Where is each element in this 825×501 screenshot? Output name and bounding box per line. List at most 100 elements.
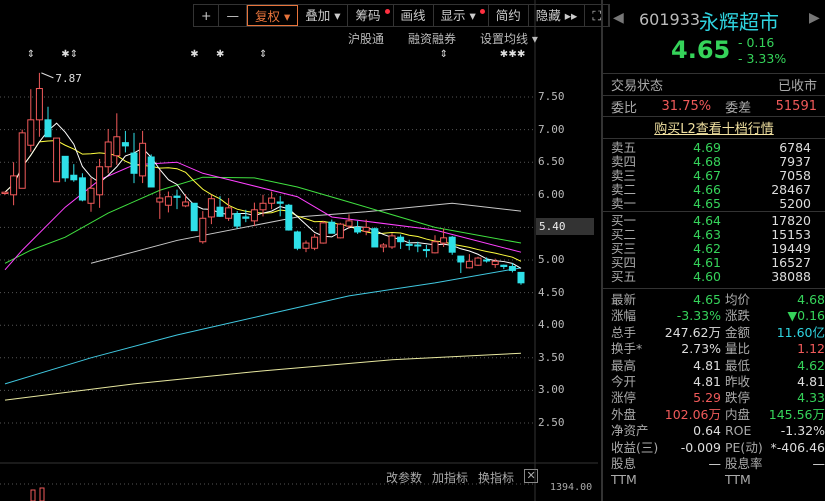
event-marker[interactable]: ⇕ [440,49,448,60]
volume-bar [30,489,36,501]
candle [130,132,138,184]
stat-value: — [812,455,825,471]
stat-value: 5.29 [693,390,721,406]
stats-row: 外盘 102.06万 内盘 145.56万 [603,407,825,423]
stats-row: 涨停 5.29 跌停 4.33 [603,390,825,406]
toolbar-button[interactable]: 筹码 [348,5,394,26]
subtoolbar-button[interactable]: 沪股通 [348,30,384,47]
kline-chart[interactable]: 7.87 [0,0,598,501]
wb-value: 31.75% [661,98,712,114]
candle [78,173,86,202]
event-marker[interactable]: ⇕ [27,49,35,60]
candle [10,162,18,206]
candle [268,191,276,210]
toolbar-button[interactable]: 复权 ▾ [246,5,299,26]
event-marker[interactable]: ✱ [190,49,198,60]
order-book-row: 买三 4.62 19449 [603,242,825,256]
candle [371,227,379,248]
event-marker[interactable]: ⇕ [259,49,267,60]
next-stock-icon[interactable]: ▶ [809,10,820,26]
subtoolbar-button[interactable]: 设置均线 ▾ [480,30,538,47]
candle [216,196,224,217]
stat-label: 收益(三) [611,439,659,455]
candle [379,243,387,253]
candle [285,203,293,231]
toolbar-button[interactable]: + [194,5,220,26]
stat-label: ROE [725,423,752,439]
candle [431,235,439,254]
event-marker[interactable]: ✱ [216,49,224,60]
order-book-v: 5200 [779,196,811,211]
event-marker[interactable]: ⇕ [70,49,78,60]
candle [225,198,233,221]
stat-value: 0.64 [693,423,721,439]
toolbar-button[interactable]: 隐藏 ▸▸ [529,5,586,26]
event-marker[interactable]: ✱ [61,49,69,60]
order-book-v: 28467 [771,182,811,197]
toolbar-button-label: + [201,8,212,23]
toolbar-button[interactable]: 显示 ▾ [434,5,489,26]
order-book-row: 买五 4.60 38088 [603,270,825,284]
bid-book: 买一 4.64 17820 买二 4.63 15153 买三 4.62 19449 买四 4.61 1… [603,211,825,284]
order-book-p: 4.64 [693,213,721,228]
prev-stock-icon[interactable]: ◀ [613,10,624,26]
stat-value: *-406.46 [770,439,825,455]
order-book-row: 卖三 4.67 7058 [603,169,825,183]
stat-label: PE(动) [725,439,763,455]
stat-label: 均价 [725,292,751,307]
stat-label: 外盘 [611,406,637,422]
stat-value: 247.62万 [664,324,721,340]
candle [70,164,78,182]
subtoolbar-button[interactable]: 融资融券 [408,30,456,47]
stats-row: 最高 4.81 最低 4.62 [603,358,825,374]
candle [139,130,147,184]
toolbar-button[interactable]: 叠加 ▾ [298,5,349,26]
toolbar-button[interactable]: 画线 [394,5,434,26]
stat-value: 145.56万 [768,406,825,422]
stat-value: 4.81 [797,373,825,389]
stat-label: 涨停 [611,390,637,406]
order-book-row: 卖一 4.65 5200 [603,197,825,211]
status-label: 交易状态 [611,79,664,94]
toolbar-button[interactable]: — [219,5,247,26]
edit-params-button[interactable]: 改参数 [386,469,422,486]
event-marker[interactable]: ✱ [517,49,525,60]
close-icon[interactable]: ✕ [524,469,539,483]
stat-value: -0.009 [680,439,721,455]
order-book-row: 卖二 4.66 28467 [603,183,825,197]
stats-row: 股息TTM — 股息率TTM — [603,455,825,488]
stat-value: 4.81 [693,373,721,389]
stats-row: 换手* 2.73% 量比 1.12 [603,341,825,357]
y-tick-label: 5.00 [538,253,565,266]
candle [500,264,508,270]
event-marker[interactable]: ✱ [500,49,508,60]
stats-row: 今开 4.81 昨收 4.81 [603,374,825,390]
stat-label: 股息率TTM [725,455,763,488]
stat-label: 今开 [611,373,637,389]
candle [354,220,362,234]
y-tick-label: 4.00 [538,318,565,332]
stat-label: 总手 [611,324,637,340]
order-book-p: 4.67 [693,168,721,183]
stat-value: 11.60亿 [776,324,825,340]
order-book-p: 4.62 [693,241,721,256]
candle [448,235,456,255]
wb-label: 委比 [611,100,638,116]
toolbar-button-label: 画线 [400,8,426,23]
add-indicator-button[interactable]: 加指标 [432,469,468,486]
candle [27,89,35,152]
candle [405,239,413,251]
order-book-row: 买四 4.61 16527 [603,256,825,270]
toolbar-button-label: 复权 ▾ [254,9,291,24]
toolbar-button[interactable]: 简约 [489,5,529,26]
event-marker[interactable]: ✱ [508,49,516,60]
candle [250,202,258,227]
candle [96,158,104,208]
order-book-l: 买五 [611,269,637,284]
l2-link[interactable]: 购买L2查看十档行情 [654,118,774,137]
candle [319,220,327,244]
order-book-l: 买二 [611,227,637,242]
candle [121,130,129,153]
notification-dot-icon [479,9,485,14]
change-indicator-button[interactable]: 换指标 [478,469,514,486]
